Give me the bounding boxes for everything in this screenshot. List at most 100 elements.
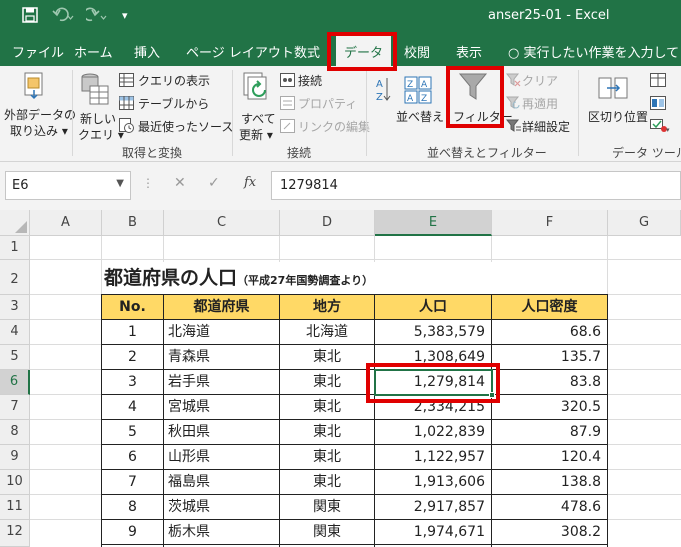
external-data-button-line2[interactable]: 取り込み ▾ — [10, 122, 68, 139]
cell-region[interactable]: 東北 — [280, 470, 374, 494]
cell-no[interactable]: 3 — [102, 370, 163, 394]
row-header[interactable]: 4 — [0, 320, 30, 345]
customize-qat-button[interactable]: ▾ — [122, 9, 128, 22]
column-header[interactable]: C — [164, 210, 280, 236]
cell-no[interactable]: 1 — [102, 320, 163, 344]
cell-density[interactable]: 138.8 — [492, 470, 607, 494]
cell-population[interactable]: 1,913,606 — [375, 470, 491, 494]
cell-region[interactable]: 関東 — [280, 520, 374, 544]
select-all-corner[interactable] — [0, 210, 30, 236]
tab-page-layout[interactable]: ページ レイアウト — [186, 42, 294, 61]
tab-file[interactable]: ファイル — [12, 42, 64, 61]
redo-icon[interactable] — [83, 7, 108, 27]
cell-population[interactable]: 5,383,579 — [375, 320, 491, 344]
cell-population[interactable]: 1,122,957 — [375, 445, 491, 469]
row-header[interactable]: 12 — [0, 520, 30, 547]
table-header-cell[interactable]: 都道府県 — [164, 295, 279, 319]
row-header[interactable]: 3 — [0, 295, 30, 320]
column-header[interactable]: G — [608, 210, 681, 236]
cell-no[interactable]: 9 — [102, 520, 163, 544]
table-header-cell[interactable]: No. — [102, 295, 163, 319]
table-header-cell[interactable]: 人口 — [375, 295, 491, 319]
cell-no[interactable]: 6 — [102, 445, 163, 469]
from-table-button[interactable]: テーブルから — [138, 95, 209, 112]
tab-review[interactable]: 校閲 — [404, 42, 430, 61]
column-header[interactable]: B — [102, 210, 164, 236]
cell-region[interactable]: 関東 — [280, 495, 374, 519]
column-header[interactable]: D — [280, 210, 375, 236]
cell-population[interactable]: 1,974,671 — [375, 520, 491, 544]
new-query-button[interactable]: 新しい — [80, 110, 116, 127]
cell-no[interactable]: 4 — [102, 395, 163, 419]
undo-icon[interactable] — [52, 7, 74, 27]
cell-density[interactable]: 135.7 — [492, 345, 607, 369]
cell-prefecture[interactable]: 栃木県 — [164, 520, 279, 544]
cell-density[interactable]: 478.6 — [492, 495, 607, 519]
clear-button[interactable]: クリア — [522, 72, 558, 89]
name-box[interactable]: E6 ▼ — [5, 171, 131, 200]
tab-formulas[interactable]: 数式 — [294, 42, 320, 61]
row-header[interactable]: 10 — [0, 470, 30, 495]
cell-region[interactable]: 北海道 — [280, 320, 374, 344]
show-queries-button[interactable]: クエリの表示 — [138, 72, 210, 89]
tab-view[interactable]: 表示 — [456, 42, 482, 61]
table-header-cell[interactable]: 人口密度 — [492, 295, 607, 319]
cell-density[interactable]: 308.2 — [492, 520, 607, 544]
reapply-button[interactable]: 再適用 — [522, 95, 558, 112]
cell-density[interactable]: 120.4 — [492, 445, 607, 469]
sort-button[interactable]: 並べ替え — [396, 108, 444, 125]
connections-button[interactable]: 接続 — [298, 72, 322, 89]
row-header[interactable]: 2 — [0, 260, 30, 295]
advanced-button[interactable]: 詳細設定 — [522, 118, 570, 135]
edit-links-button[interactable]: リンクの編集 — [298, 118, 370, 135]
tell-me-box[interactable]: ○ 実行したい作業を入力してください — [508, 42, 681, 61]
cell-prefecture[interactable]: 茨城県 — [164, 495, 279, 519]
cell-no[interactable]: 5 — [102, 420, 163, 444]
row-header[interactable]: 1 — [0, 236, 30, 260]
cell-population[interactable]: 1,022,839 — [375, 420, 491, 444]
column-header[interactable]: A — [30, 210, 102, 236]
cell-region[interactable]: 東北 — [280, 420, 374, 444]
refresh-all-button[interactable]: すべて — [241, 110, 276, 127]
cell-prefecture[interactable]: 秋田県 — [164, 420, 279, 444]
row-header[interactable]: 7 — [0, 395, 30, 420]
properties-button[interactable]: プロパティ — [298, 95, 357, 112]
enter-icon[interactable]: ✓ — [208, 175, 220, 191]
table-header-cell[interactable]: 地方 — [280, 295, 374, 319]
new-query-button-line2[interactable]: クエリ ▾ — [78, 126, 124, 143]
name-box-dropdown-icon[interactable]: ▼ — [116, 178, 124, 189]
cell-no[interactable]: 2 — [102, 345, 163, 369]
column-header-selected[interactable]: E — [375, 210, 492, 236]
column-header[interactable]: F — [492, 210, 608, 236]
cell-population[interactable]: 2,917,857 — [375, 495, 491, 519]
cell-no[interactable]: 7 — [102, 470, 163, 494]
cell-prefecture[interactable]: 宮城県 — [164, 395, 279, 419]
row-header-selected[interactable]: 6 — [0, 370, 30, 395]
row-header[interactable]: 8 — [0, 420, 30, 445]
cell-no[interactable]: 8 — [102, 495, 163, 519]
recent-sources-button[interactable]: 最近使ったソース — [138, 118, 233, 135]
row-header[interactable]: 9 — [0, 445, 30, 470]
tab-home[interactable]: ホーム — [74, 42, 113, 61]
save-icon[interactable] — [22, 7, 38, 27]
cancel-icon[interactable]: ✕ — [174, 175, 186, 191]
cell-prefecture[interactable]: 岩手県 — [164, 370, 279, 394]
external-data-button[interactable]: 外部データの — [4, 106, 76, 123]
insert-function-icon[interactable]: fx — [244, 175, 256, 190]
row-header[interactable]: 5 — [0, 345, 30, 370]
cell-prefecture[interactable]: 北海道 — [164, 320, 279, 344]
cell-region[interactable]: 東北 — [280, 395, 374, 419]
tab-insert[interactable]: 挿入 — [134, 42, 160, 61]
row-header[interactable]: 11 — [0, 495, 30, 520]
cell-density[interactable]: 87.9 — [492, 420, 607, 444]
refresh-all-button-line2[interactable]: 更新 ▾ — [239, 126, 273, 143]
cell-density[interactable]: 320.5 — [492, 395, 607, 419]
cell-density[interactable]: 83.8 — [492, 370, 607, 394]
cell-prefecture[interactable]: 青森県 — [164, 345, 279, 369]
text-to-columns-button[interactable]: 区切り位置 — [588, 108, 648, 125]
sheet-title-cell[interactable]: 都道府県の人口（平成27年国勢調査より） — [104, 262, 504, 294]
formula-input[interactable]: 1279814 — [271, 171, 681, 200]
cell-density[interactable]: 68.6 — [492, 320, 607, 344]
cell-region[interactable]: 東北 — [280, 445, 374, 469]
cell-prefecture[interactable]: 福島県 — [164, 470, 279, 494]
